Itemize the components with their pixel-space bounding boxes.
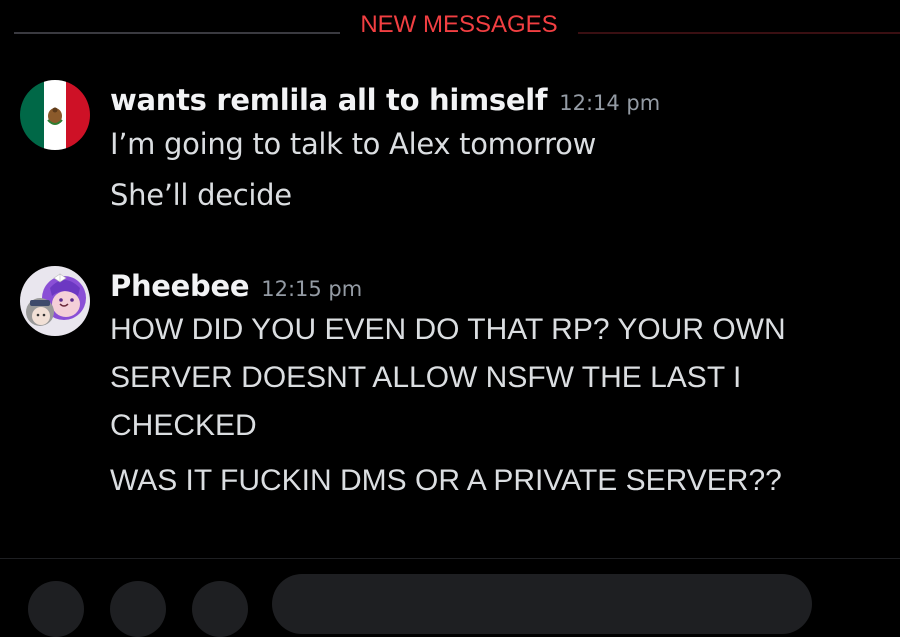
divider-line-left [14, 32, 340, 34]
anime-characters-avatar [20, 266, 90, 336]
new-messages-label: NEW MESSAGES [360, 11, 558, 38]
composer-bar [0, 559, 900, 637]
new-messages-divider: NEW MESSAGES [0, 10, 900, 40]
timestamp: 12:14 pm [559, 91, 661, 115]
message-header: wants remlila all to himself 12:14 pm [110, 80, 890, 120]
message-content: wants remlila all to himself 12:14 pm I’m… [110, 80, 890, 223]
timestamp: 12:15 pm [261, 277, 363, 301]
message-content: Pheebee 12:15 pm HOW DID YOU EVEN DO THAT… [110, 266, 890, 505]
message-header: Pheebee 12:15 pm [110, 266, 890, 306]
gift-icon[interactable] [192, 581, 248, 637]
divider-line-right [578, 32, 900, 34]
username[interactable]: wants remlila all to himself [110, 83, 548, 117]
message-text: HOW DID YOU EVEN DO THAT RP? YOUR OWN [110, 313, 786, 346]
user-avatar[interactable] [20, 80, 90, 150]
message-text: She’ll decide [110, 178, 292, 212]
apps-icon[interactable] [110, 581, 166, 637]
message-text: I’m going to talk to Alex tomorrow [110, 127, 597, 161]
message-text: WAS IT FUCKIN DMS OR A PRIVATE SERVER?? [110, 464, 782, 497]
add-icon[interactable] [28, 581, 84, 637]
message-text: SERVER DOESNT ALLOW NSFW THE LAST I [110, 361, 742, 394]
message-input[interactable] [272, 574, 812, 634]
user-avatar[interactable] [20, 266, 90, 336]
username[interactable]: Pheebee [110, 269, 250, 303]
message-text: CHECKED [110, 409, 257, 442]
mexico-flag-icon [20, 80, 90, 150]
